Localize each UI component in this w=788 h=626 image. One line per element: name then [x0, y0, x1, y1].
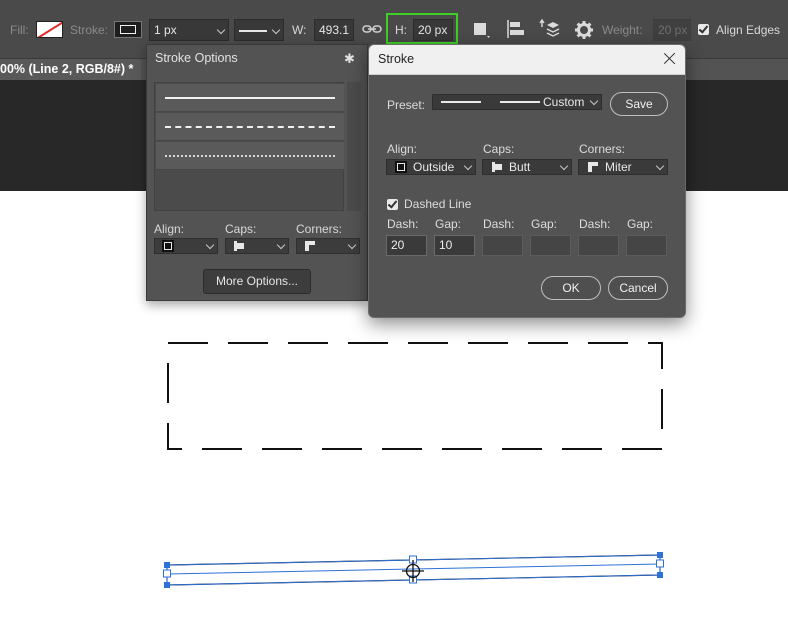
chevron-down-icon — [347, 240, 357, 250]
chevron-down-icon — [589, 96, 599, 106]
corners-dropdown[interactable]: Miter — [578, 159, 668, 175]
dashed-line-sample — [165, 126, 335, 128]
gap-input-3[interactable] — [626, 235, 667, 256]
dashed-line-label: Dashed Line — [404, 197, 472, 211]
solid-line-sample — [165, 97, 335, 99]
save-button[interactable]: Save — [610, 92, 668, 116]
dotted-line-sample — [165, 155, 335, 157]
gap-label-2: Gap: — [531, 217, 558, 231]
panel-title: Stroke Options — [155, 51, 238, 65]
chevron-down-icon — [276, 240, 286, 250]
gap-label-1: Gap: — [435, 217, 462, 231]
corners-dropdown[interactable] — [296, 238, 360, 254]
cancel-button[interactable]: Cancel — [608, 276, 668, 300]
caps-dropdown[interactable] — [225, 238, 289, 254]
more-options-button[interactable]: More Options... — [203, 269, 311, 294]
align-outside-icon — [395, 161, 407, 173]
preset-solid-line[interactable] — [156, 84, 344, 112]
dash-label-2: Dash: — [483, 217, 515, 231]
chevron-down-icon — [205, 240, 215, 250]
align-outside-icon — [162, 240, 174, 252]
dialog-title-bar[interactable]: Stroke — [369, 45, 685, 75]
gap-input-2[interactable] — [530, 235, 571, 256]
dashed-line-checkbox[interactable] — [387, 199, 398, 210]
preset-label: Preset: — [387, 98, 426, 112]
reference-point-icon[interactable] — [402, 560, 424, 582]
corners-label: Corners: — [296, 222, 343, 236]
preset-list-scrollbar[interactable] — [347, 82, 361, 211]
caps-label: Caps: — [225, 222, 257, 236]
ok-button[interactable]: OK — [541, 276, 601, 300]
dash-input-1[interactable]: 20 — [386, 235, 427, 256]
align-dropdown[interactable] — [154, 238, 218, 254]
miter-corner-icon — [588, 162, 598, 172]
chevron-down-icon — [655, 161, 665, 171]
miter-corner-icon — [305, 241, 315, 251]
chevron-down-icon — [463, 161, 473, 171]
stroke-dialog: Stroke Preset: Custom Save Align: Caps: … — [368, 44, 686, 318]
dash-label-1: Dash: — [387, 217, 419, 231]
preset-dropdown[interactable]: Custom — [432, 94, 602, 110]
preset-dashed-line[interactable] — [156, 113, 344, 141]
preset-pattern-icon-2 — [500, 101, 540, 103]
butt-cap-icon — [234, 241, 244, 251]
stroke-options-panel: Stroke Options ✱ Align: Caps: Corners: M… — [146, 44, 368, 301]
gap-input-1[interactable]: 10 — [434, 235, 475, 256]
chevron-down-icon — [559, 161, 569, 171]
dialog-title: Stroke — [378, 52, 415, 66]
caps-label: Caps: — [483, 142, 515, 156]
corners-label: Corners: — [579, 142, 626, 156]
preset-pattern-icon — [441, 101, 481, 103]
dash-input-2[interactable] — [482, 235, 523, 256]
align-label: Align: — [387, 142, 418, 156]
dash-input-3[interactable] — [578, 235, 619, 256]
close-icon[interactable] — [661, 50, 679, 68]
align-dropdown[interactable]: Outside — [386, 159, 476, 175]
stroke-preset-list — [154, 82, 344, 211]
dashed-rectangle-shape[interactable] — [167, 342, 663, 450]
gap-label-3: Gap: — [627, 217, 654, 231]
align-label: Align: — [154, 222, 185, 236]
gear-icon[interactable]: ✱ — [344, 51, 355, 67]
caps-dropdown[interactable]: Butt — [482, 159, 572, 175]
dash-label-3: Dash: — [579, 217, 611, 231]
butt-cap-icon — [492, 162, 502, 172]
preset-dotted-line[interactable] — [156, 142, 344, 170]
